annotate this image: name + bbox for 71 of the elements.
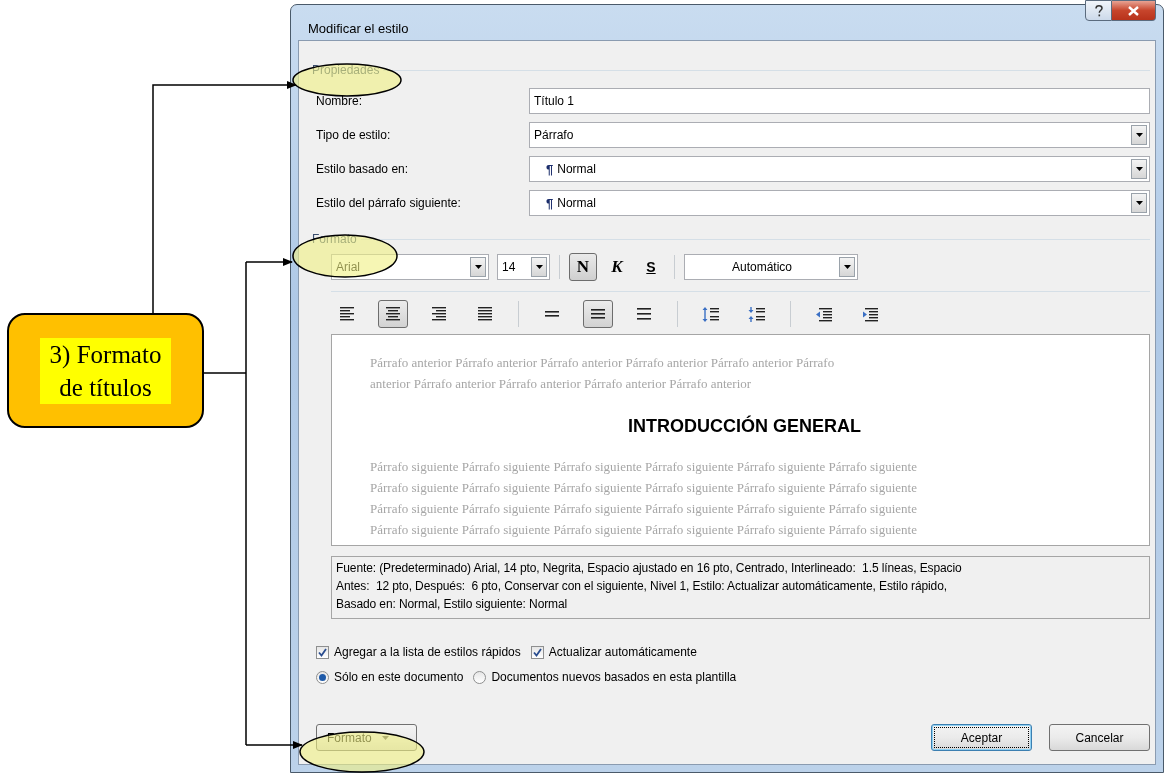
ok-button[interactable]: Aceptar [931, 724, 1032, 751]
field-label: Estilo del párrafo siguiente: [315, 196, 462, 210]
align-center-button[interactable] [378, 300, 408, 328]
field-label: Tipo de estilo: [315, 128, 392, 142]
dropdown-button[interactable] [531, 257, 547, 277]
align-left-icon [340, 307, 354, 321]
caret-icon [381, 735, 389, 740]
checkbox-label: Actualizar automáticamente [548, 645, 697, 659]
field-value: Párrafo [534, 128, 574, 142]
style-description: Fuente: (Predeterminado) Arial, 14 pto, Negrita, Espacio ajustado en 16 pto, Centrado, Interlineado: 1.5 líneas, Espacio Antes: 12 pto, Después: 6 pto, Conservar con el siguiente, Nivel 1, Estilo: Actualizar automáticamente, Estilo rápido, Basado en: Normal, Estilo siguiente: Normal [336, 560, 963, 613]
field-label: Nombre: [315, 94, 363, 108]
indent-arrow-icon [861, 305, 879, 323]
checkbox-label: Agregar a la lista de estilos rápidos [334, 645, 521, 659]
indent-arrow-icon [815, 305, 833, 323]
radio-button[interactable] [473, 670, 487, 684]
checkmark-icon [532, 647, 542, 657]
close-icon [1128, 5, 1139, 16]
paragraph-mark: ¶ [546, 161, 554, 177]
field-label: Estilo basado en: [315, 162, 410, 176]
align-justify-icon [478, 307, 492, 321]
dropdown-field[interactable]: ¶ Normal [529, 190, 1150, 216]
radio-label: Sólo en este documento [334, 670, 464, 684]
arrows-lines-icon [748, 305, 766, 323]
italic-button[interactable]: K [603, 253, 631, 281]
preview-text: Párrafo anterior Párrafo anterior Párrafo anterior Párrafo anterior Párrafo anterior Párrafo anterior Párrafo anterior Párrafo anterior Párrafo anterior Párrafo anterior [370, 354, 836, 393]
callout-text: 3) Formato de títulos [39, 337, 172, 404]
checkbox[interactable] [530, 645, 544, 659]
dropdown-field[interactable]: ¶ Normal [529, 156, 1150, 182]
caret-icon [1135, 167, 1143, 171]
field-value: Normal [557, 162, 596, 176]
help-button[interactable] [1085, 0, 1112, 21]
line-spacing-icon [637, 308, 651, 320]
underline-button[interactable]: S [637, 253, 665, 281]
group-label: Propiedades [312, 63, 380, 77]
caret-icon [1135, 201, 1143, 205]
paragraph-mark: ¶ [546, 195, 554, 211]
color-dropdown[interactable]: Automático [684, 254, 858, 280]
dropdown-field[interactable]: Párrafo [529, 122, 1150, 148]
preview-heading: INTRODUCCIÓN GENERAL [627, 416, 862, 437]
field-value: Título 1 [534, 94, 575, 108]
window-title: Modificar el estilo [307, 21, 409, 36]
align-center-icon [386, 307, 400, 321]
line-spacing-icon [591, 309, 605, 319]
line-spacing-icon [545, 311, 559, 317]
line-spacing-button[interactable] [583, 300, 613, 328]
dropdown-button[interactable] [839, 257, 855, 277]
checkbox[interactable] [316, 645, 329, 659]
text-field[interactable]: Título 1 [529, 88, 1150, 114]
help-icon [1093, 4, 1104, 17]
field-value: Automático [731, 260, 793, 274]
checkmark-icon [318, 647, 327, 657]
close-button[interactable] [1112, 0, 1156, 21]
caret-icon [474, 265, 482, 269]
dropdown-button[interactable] [470, 257, 486, 277]
arrows-lines-icon [702, 305, 720, 323]
cancel-button[interactable]: Cancelar [1049, 724, 1150, 751]
align-right-icon [432, 307, 446, 321]
field-value: Normal [557, 196, 596, 210]
caret-icon [1135, 133, 1143, 137]
size-dropdown[interactable]: 14 [497, 254, 550, 280]
dropdown-button[interactable] [1131, 193, 1147, 213]
radio-label: Documentos nuevos basados en esta plantilla [491, 670, 737, 684]
field-value: Arial [336, 260, 360, 274]
preview-text: Párrafo siguiente Párrafo siguiente Párrafo siguiente Párrafo siguiente Párrafo siguiente Párrafo siguiente Párrafo siguiente Párrafo siguiente Párrafo siguiente Párrafo siguiente Párrafo siguiente Párrafo siguiente Párrafo siguiente Párrafo siguiente Párrafo siguiente Párrafo siguiente Párrafo siguiente Párrafo siguiente Párrafo siguiente Párrafo siguiente Párrafo siguiente Párrafo siguiente Párrafo siguiente Párrafo siguiente [370, 458, 918, 539]
bold-button[interactable]: N [569, 253, 597, 281]
dropdown-button[interactable] [1131, 125, 1147, 145]
caret-icon [843, 265, 851, 269]
field-value: 14 [502, 260, 516, 274]
radio-button[interactable] [316, 670, 329, 684]
caret-icon [535, 265, 543, 269]
dropdown-button[interactable] [1131, 159, 1147, 179]
